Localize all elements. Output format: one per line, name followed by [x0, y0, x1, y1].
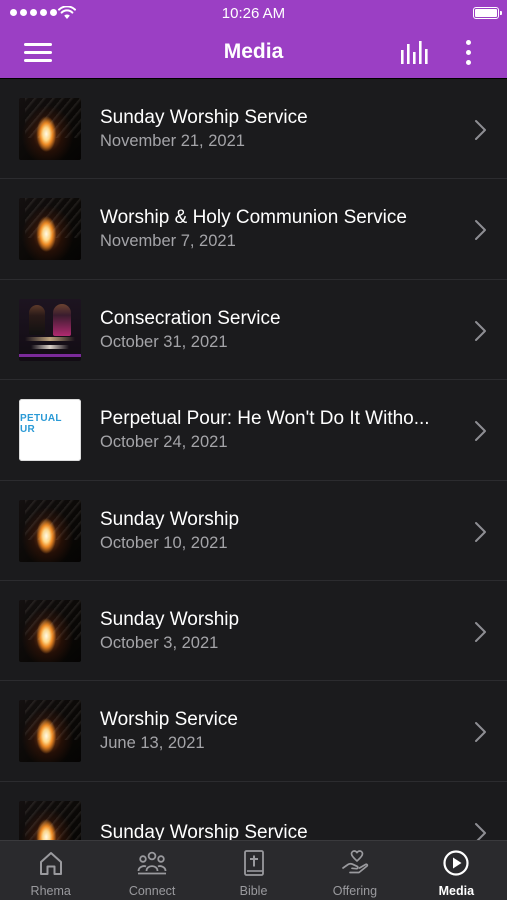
people-group-icon [137, 851, 167, 875]
media-list: Sunday Worship Service November 21, 2021… [0, 79, 507, 840]
tab-media[interactable]: Media [406, 841, 507, 900]
status-bar: 10:26 AM [0, 0, 507, 28]
tab-offering[interactable]: Offering [304, 841, 405, 900]
tab-label: Media [438, 884, 475, 898]
battery-icon [473, 7, 502, 19]
media-date: November 21, 2021 [100, 132, 245, 150]
tab-label: Connect [128, 884, 176, 898]
media-date: October 10, 2021 [100, 533, 228, 552]
media-list-item[interactable]: Sunday Worship Service [0, 782, 507, 840]
tab-rhema[interactable]: Rhema [0, 841, 101, 900]
media-list-item[interactable]: Worship Service June 13, 2021 [0, 681, 507, 782]
home-icon [39, 852, 62, 875]
media-title: Sunday Worship Service [100, 107, 308, 128]
chevron-right-icon [475, 220, 486, 241]
chevron-right-icon [475, 320, 486, 341]
page-title: Media [223, 40, 284, 63]
chevron-right-icon [475, 521, 486, 542]
tab-label: Rhema [30, 884, 71, 898]
bible-cross-icon [243, 850, 264, 876]
chevron-right-icon [475, 822, 486, 840]
tab-connect[interactable]: Connect [101, 841, 202, 900]
tab-bible[interactable]: Bible [203, 841, 304, 900]
media-date: June 13, 2021 [100, 734, 205, 753]
media-list-item[interactable]: Sunday Worship Service November 21, 2021 [0, 79, 507, 180]
top-bar: 10:26 AM Media [0, 0, 507, 78]
media-list-item[interactable]: PETUAL UR Perpetual Pour: He Won't Do It… [0, 380, 507, 481]
media-title: Worship Service [100, 709, 238, 731]
play-circle-icon [443, 850, 469, 876]
tab-label: Offering [332, 884, 378, 898]
media-list-item[interactable]: Worship & Holy Communion Service Novembe… [0, 179, 507, 280]
nav-header: Media [0, 28, 507, 78]
media-date: October 24, 2021 [100, 433, 228, 452]
media-title: Sunday Worship [100, 608, 240, 630]
service-thumbnail [19, 298, 81, 361]
service-thumbnail [19, 98, 81, 160]
service-thumbnail [19, 599, 81, 662]
service-thumbnail: PETUAL UR [19, 399, 81, 462]
hamburger-menu-icon[interactable] [24, 41, 54, 63]
thumbnail-text: PETUAL UR [20, 413, 62, 436]
media-date: October 31, 2021 [100, 332, 228, 351]
giving-hand-icon [342, 850, 369, 874]
tab-bar: Rhema Connect Bible Offering Media [0, 840, 507, 900]
chevron-right-icon [475, 722, 486, 743]
media-date: October 3, 2021 [100, 633, 219, 652]
chevron-right-icon [475, 120, 486, 140]
service-thumbnail [19, 700, 81, 763]
service-thumbnail [19, 800, 81, 840]
status-time: 10:26 AM [221, 5, 286, 22]
media-title: Perpetual Pour: He Won't Do It Witho... [100, 408, 430, 430]
equalizer-bars-icon[interactable] [400, 40, 430, 66]
chevron-right-icon [475, 421, 486, 442]
media-title: Sunday Worship [100, 508, 240, 530]
more-options-icon[interactable] [458, 38, 478, 68]
media-date: November 7, 2021 [100, 232, 236, 251]
media-title: Worship & Holy Communion Service [100, 207, 407, 229]
tab-label: Bible [239, 884, 268, 898]
media-title: Consecration Service [100, 307, 281, 329]
media-list-item[interactable]: Sunday Worship October 10, 2021 [0, 481, 507, 581]
media-list-item[interactable]: Consecration Service October 31, 2021 [0, 280, 507, 381]
service-thumbnail [19, 499, 81, 562]
service-thumbnail [19, 198, 81, 261]
chevron-right-icon [475, 621, 486, 642]
media-list-item[interactable]: Sunday Worship October 3, 2021 [0, 581, 507, 682]
media-title: Sunday Worship Service [100, 821, 308, 840]
